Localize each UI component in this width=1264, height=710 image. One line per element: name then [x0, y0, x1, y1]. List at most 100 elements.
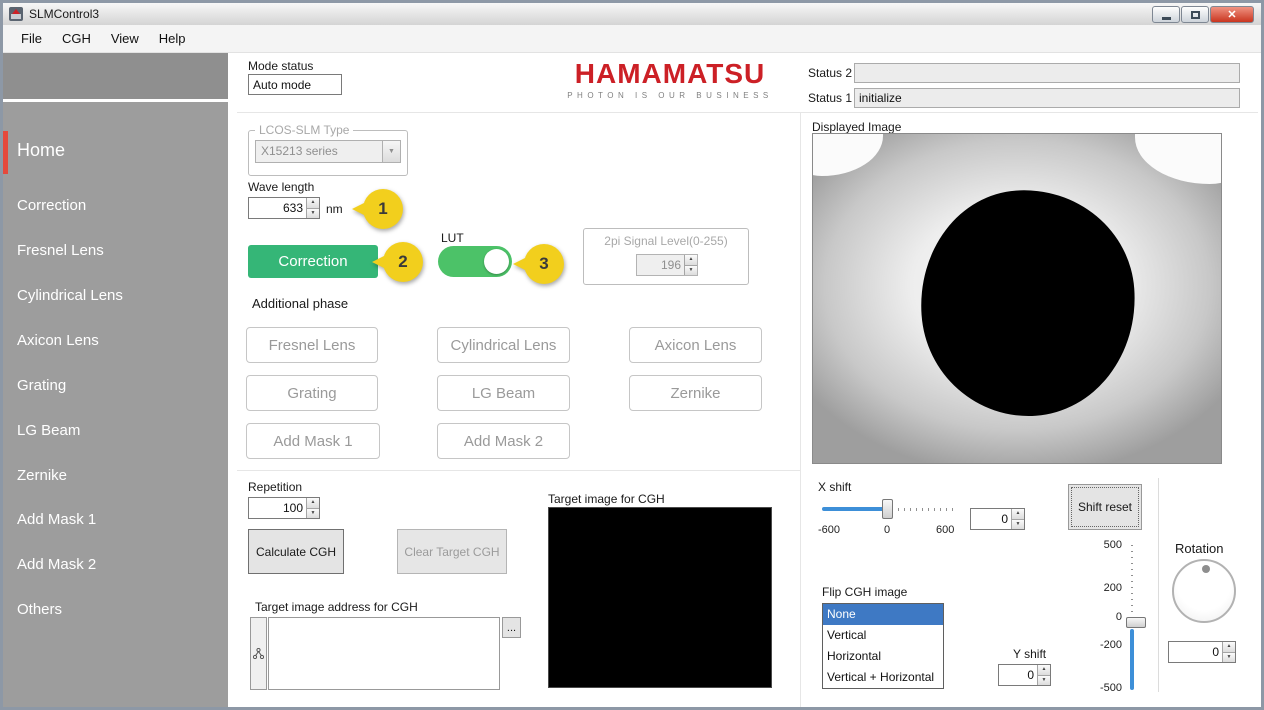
sidebar-item-others[interactable]: Others: [17, 601, 62, 618]
target-image-label: Target image for CGH: [548, 492, 665, 506]
repetition-value: 100: [249, 498, 306, 518]
y-scale-neg200: -200: [1092, 639, 1122, 651]
sidebar-item-grating[interactable]: Grating: [17, 377, 66, 394]
y-scale-200: 200: [1092, 582, 1122, 594]
displayed-image-label: Displayed Image: [812, 120, 901, 134]
x-shift-input[interactable]: 0 ▲ ▼: [970, 508, 1025, 530]
spin-down-icon[interactable]: ▼: [307, 209, 319, 219]
phase-button-axicon-lens[interactable]: Axicon Lens: [629, 327, 762, 363]
additional-phase-label: Additional phase: [252, 296, 348, 311]
phase-button-fresnel-lens[interactable]: Fresnel Lens: [246, 327, 378, 363]
signal-level-spinner: ▲ ▼: [684, 255, 697, 275]
wavelength-label: Wave length: [248, 180, 314, 194]
phase-button-add-mask-2[interactable]: Add Mask 2: [437, 423, 570, 459]
wavelength-value: 633: [249, 198, 306, 218]
calculate-cgh-button[interactable]: Calculate CGH: [248, 529, 344, 574]
hamamatsu-logo-text: HAMAMATSU: [540, 60, 800, 88]
repetition-spinner: ▲ ▼: [306, 498, 319, 518]
x-scale-min: -600: [818, 524, 840, 536]
spin-down-icon[interactable]: ▼: [1038, 676, 1050, 686]
spin-up-icon[interactable]: ▲: [307, 198, 319, 209]
flip-cgh-listbox: None Vertical Horizontal Vertical + Hori…: [822, 603, 944, 689]
x-shift-slider[interactable]: [822, 499, 956, 519]
app-icon: [9, 7, 23, 21]
displayed-image-highlight: [812, 133, 883, 176]
sidebar-item-lg-beam[interactable]: LG Beam: [17, 422, 80, 439]
minimize-button[interactable]: [1152, 6, 1180, 23]
sidebar-item-axicon-lens[interactable]: Axicon Lens: [17, 332, 99, 349]
spin-down-icon[interactable]: ▼: [1223, 653, 1235, 663]
rotation-knob[interactable]: [1172, 559, 1236, 623]
x-shift-spinner: ▲ ▼: [1011, 509, 1024, 529]
spin-up-icon[interactable]: ▲: [1038, 665, 1050, 676]
y-shift-spinner: ▲ ▼: [1037, 665, 1050, 685]
flip-option-vertical[interactable]: Vertical: [823, 625, 943, 646]
phase-button-grating[interactable]: Grating: [246, 375, 378, 411]
sidebar-item-fresnel-lens[interactable]: Fresnel Lens: [17, 242, 104, 259]
status2-label: Status 2: [808, 66, 852, 80]
signal-level-input: 196 ▲ ▼: [636, 254, 698, 276]
x-shift-slider-ticks: [892, 508, 956, 511]
clear-target-cgh-button: Clear Target CGH: [397, 529, 507, 574]
y-shift-input[interactable]: 0 ▲ ▼: [998, 664, 1051, 686]
sidebar-item-zernike[interactable]: Zernike: [17, 467, 67, 484]
signal-level-value: 196: [637, 255, 684, 275]
close-button[interactable]: ✕: [1210, 6, 1254, 23]
menu-file[interactable]: File: [11, 27, 52, 50]
hamamatsu-logo: HAMAMATSU PHOTON IS OUR BUSINESS: [540, 60, 800, 100]
lcos-slm-group: LCOS-SLM Type X15213 series ▼: [248, 130, 408, 176]
menu-help[interactable]: Help: [149, 27, 196, 50]
y-shift-slider-thumb[interactable]: [1126, 617, 1146, 628]
sidebar-item-correction[interactable]: Correction: [17, 197, 86, 214]
x-shift-slider-thumb[interactable]: [882, 499, 893, 519]
title-bar[interactable]: SLMControl3 ✕: [3, 3, 1261, 25]
phase-button-cylindrical-lens[interactable]: Cylindrical Lens: [437, 327, 570, 363]
displayed-image: [812, 133, 1222, 464]
mode-status-label: Mode status: [248, 59, 313, 73]
address-structure-icon: [253, 648, 264, 659]
dropdown-arrow-icon[interactable]: ▼: [382, 141, 400, 162]
flip-option-none[interactable]: None: [823, 604, 943, 625]
lut-toggle[interactable]: [438, 246, 512, 277]
address-handle[interactable]: [250, 617, 267, 690]
maximize-button[interactable]: [1181, 6, 1209, 23]
signal-level-group: 2pi Signal Level(0-255) 196 ▲ ▼: [583, 228, 749, 285]
sidebar-item-cylindrical-lens[interactable]: Cylindrical Lens: [17, 287, 123, 304]
phase-button-zernike[interactable]: Zernike: [629, 375, 762, 411]
flip-option-vertical-horizontal[interactable]: Vertical + Horizontal: [823, 667, 943, 688]
slmcontrol3-window: SLMControl3 ✕ File CGH View Help Home Co…: [0, 0, 1264, 710]
target-address-textarea[interactable]: [268, 617, 500, 690]
sidebar-item-home[interactable]: Home: [17, 140, 65, 161]
spin-down-icon[interactable]: ▼: [307, 509, 319, 519]
callout-2: 2: [372, 242, 423, 282]
callout-1-number: 1: [363, 189, 403, 229]
sidebar-item-add-mask-1[interactable]: Add Mask 1: [17, 511, 96, 528]
repetition-label: Repetition: [248, 480, 302, 494]
y-shift-slider[interactable]: [1128, 545, 1148, 690]
phase-button-lg-beam[interactable]: LG Beam: [437, 375, 570, 411]
lut-toggle-knob[interactable]: [484, 249, 509, 274]
lcos-slm-type-combo[interactable]: X15213 series ▼: [255, 140, 401, 163]
repetition-input[interactable]: 100 ▲ ▼: [248, 497, 320, 519]
menu-cgh[interactable]: CGH: [52, 27, 101, 50]
x-shift-slider-fill: [822, 507, 884, 511]
rotation-input[interactable]: 0 ▲ ▼: [1168, 641, 1236, 663]
browse-button[interactable]: ...: [502, 617, 521, 638]
flip-option-horizontal[interactable]: Horizontal: [823, 646, 943, 667]
menu-view[interactable]: View: [101, 27, 149, 50]
sidebar-item-add-mask-2[interactable]: Add Mask 2: [17, 556, 96, 573]
wavelength-input[interactable]: 633 ▲ ▼: [248, 197, 320, 219]
shift-reset-button[interactable]: Shift reset: [1068, 484, 1142, 530]
displayed-image-highlight: [1135, 133, 1222, 184]
phase-button-add-mask-1[interactable]: Add Mask 1: [246, 423, 380, 459]
x-scale-max: 600: [936, 524, 954, 536]
spin-down-icon[interactable]: ▼: [1012, 520, 1024, 530]
spin-up-icon[interactable]: ▲: [1223, 642, 1235, 653]
correction-button[interactable]: Correction: [248, 245, 378, 278]
spin-up-icon[interactable]: ▲: [1012, 509, 1024, 520]
flip-cgh-label: Flip CGH image: [822, 585, 907, 599]
spin-up-icon[interactable]: ▲: [307, 498, 319, 509]
column-separator: [800, 112, 801, 707]
callout-3: 3: [513, 244, 564, 284]
rotation-value: 0: [1169, 642, 1222, 662]
